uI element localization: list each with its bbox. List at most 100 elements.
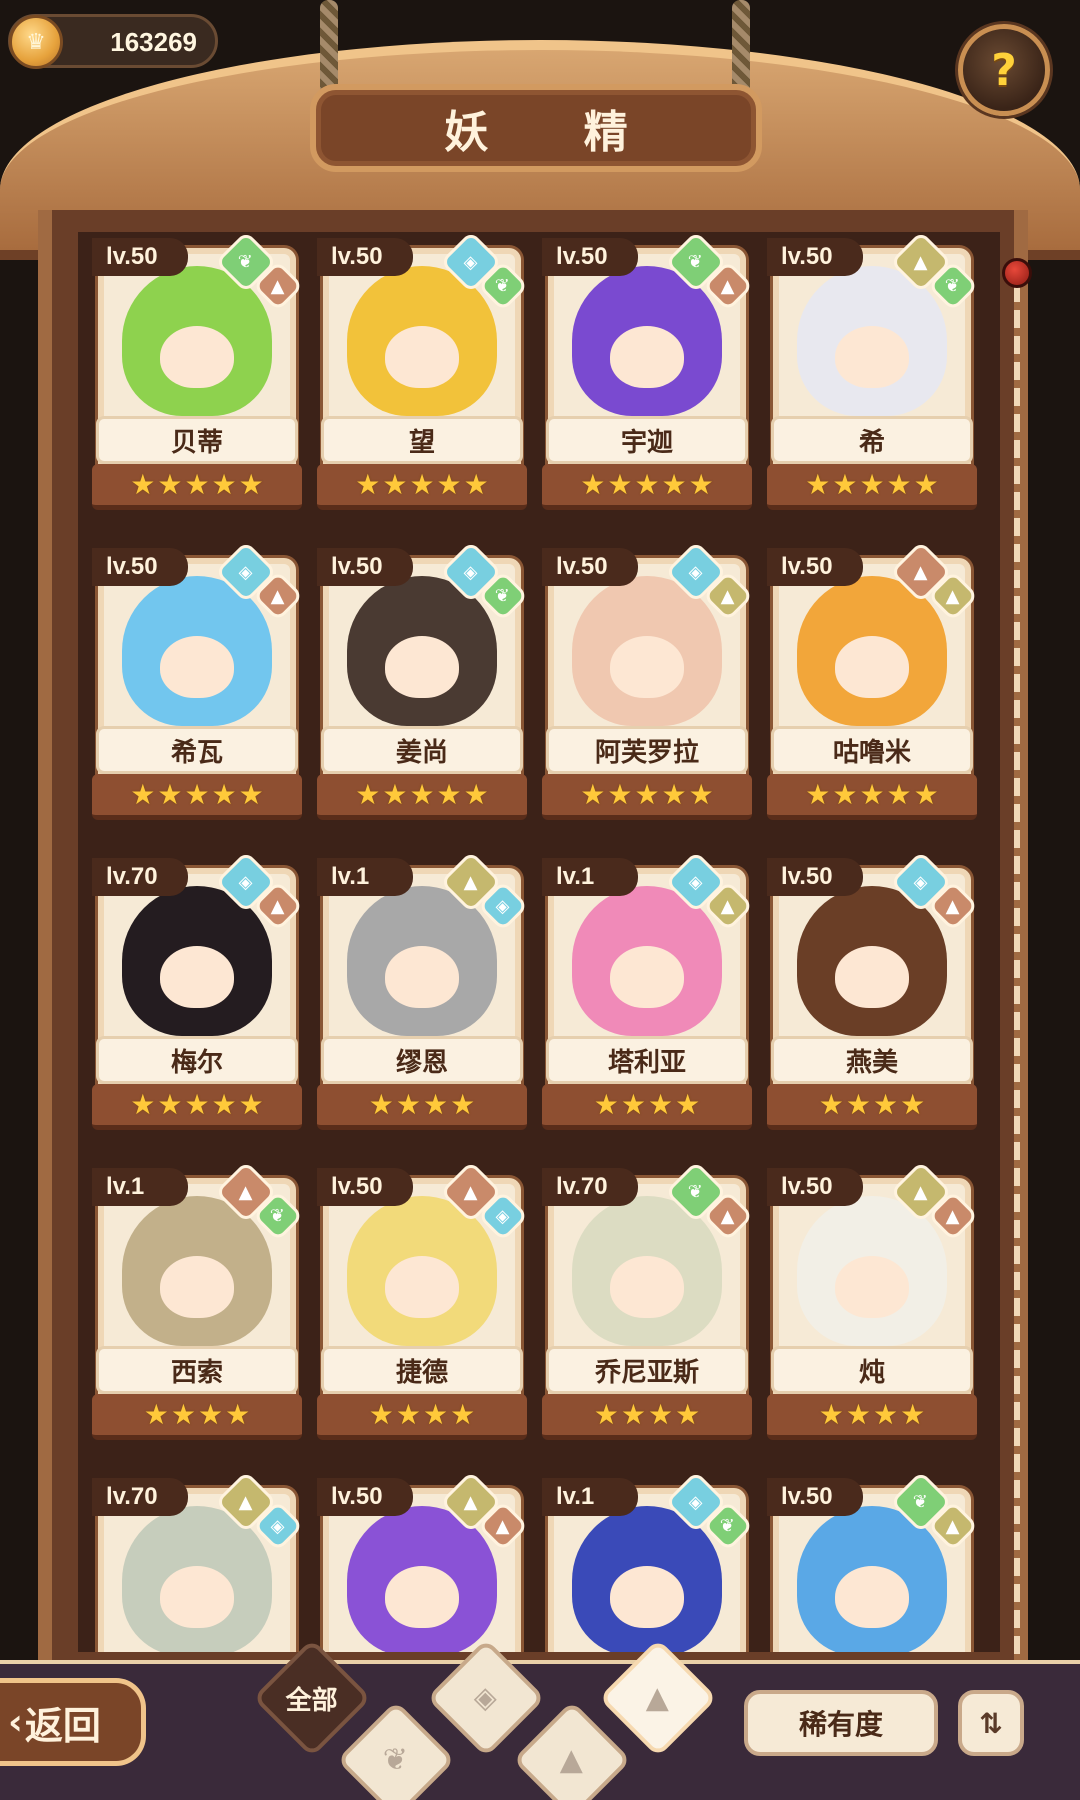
page-title: 妖 精	[444, 107, 668, 158]
star-icon: ★	[620, 1397, 646, 1431]
fairy-card[interactable]: lv.50 ▲ ▲	[317, 1470, 529, 1652]
scrollbar-knob[interactable]	[1002, 258, 1032, 288]
fairy-name: 姜尚	[321, 726, 523, 774]
star-icon: ★	[688, 467, 714, 501]
fairy-card[interactable]: lv.50 ◈ ▲ 希瓦 ★ ★ ★ ★ ★	[92, 540, 304, 820]
currency-amount: 163269	[110, 27, 197, 57]
sort-label: 稀有度	[798, 1708, 883, 1741]
fairy-card[interactable]: lv.50 ◈ ▲ 燕美 ★ ★ ★ ★	[767, 850, 979, 1130]
star-icon: ★	[157, 1087, 183, 1121]
fairy-card[interactable]: lv.50 ▲ ▲ 炖 ★ ★ ★ ★	[767, 1160, 979, 1440]
fairy-name: 望	[321, 416, 523, 464]
star-icon: ★	[593, 1087, 619, 1121]
star-icon: ★	[593, 1397, 619, 1431]
fairy-level: lv.50	[542, 548, 638, 586]
fairy-card[interactable]: lv.50 ❦ ▲	[767, 1470, 979, 1652]
star-icon: ★	[900, 1397, 926, 1431]
fairy-card[interactable]: lv.1 ◈ ❦	[542, 1470, 754, 1652]
fairy-card[interactable]: lv.70 ❦ ▲ 乔尼亚斯 ★ ★ ★ ★	[542, 1160, 754, 1440]
star-icon: ★	[395, 1397, 421, 1431]
star-rating: ★ ★ ★ ★	[317, 1084, 527, 1130]
star-icon: ★	[238, 1087, 264, 1121]
fairy-level: lv.50	[767, 238, 863, 276]
star-icon: ★	[355, 777, 381, 811]
star-icon: ★	[130, 1087, 156, 1121]
star-icon: ★	[409, 777, 435, 811]
scrollbar-track[interactable]	[1014, 258, 1020, 1658]
star-icon: ★	[688, 777, 714, 811]
star-icon: ★	[648, 1397, 674, 1431]
star-icon: ★	[648, 1087, 674, 1121]
star-icon: ★	[580, 777, 606, 811]
star-icon: ★	[859, 777, 885, 811]
star-icon: ★	[607, 777, 633, 811]
star-rating: ★ ★ ★ ★ ★	[92, 464, 302, 510]
fairy-name: 炖	[771, 1346, 973, 1394]
fairy-card[interactable]: lv.50 ▲ ❦ 希 ★ ★ ★ ★ ★	[767, 232, 979, 510]
star-rating: ★ ★ ★ ★	[92, 1394, 302, 1440]
star-icon: ★	[873, 1087, 899, 1121]
star-rating: ★ ★ ★ ★ ★	[92, 1084, 302, 1130]
star-icon: ★	[832, 467, 858, 501]
sort-rarity-button[interactable]: 稀有度	[744, 1690, 938, 1756]
back-label: 返回	[24, 1703, 101, 1748]
fairy-name: 燕美	[771, 1036, 973, 1084]
fairy-card[interactable]: lv.50 ◈ ▲ 阿芙罗拉 ★ ★ ★ ★ ★	[542, 540, 754, 820]
fairy-card[interactable]: lv.50 ▲ ▲ 咕噜米 ★ ★ ★ ★ ★	[767, 540, 979, 820]
star-rating: ★ ★ ★ ★ ★	[92, 774, 302, 820]
star-icon: ★	[818, 1087, 844, 1121]
star-icon: ★	[675, 1397, 701, 1431]
star-icon: ★	[900, 1087, 926, 1121]
star-icon: ★	[423, 1087, 449, 1121]
fairy-card[interactable]: lv.1 ◈ ▲ 塔利亚 ★ ★ ★ ★	[542, 850, 754, 1130]
star-icon: ★	[873, 1397, 899, 1431]
water-drop-icon: ◈	[474, 1680, 498, 1716]
fairy-card[interactable]: lv.50 ◈ ❦ 姜尚 ★ ★ ★ ★ ★	[317, 540, 529, 820]
fairy-card[interactable]: lv.50 ▲ ◈ 捷德 ★ ★ ★ ★	[317, 1160, 529, 1440]
fairy-card[interactable]: lv.1 ▲ ❦ 西索 ★ ★ ★ ★	[92, 1160, 304, 1440]
fairy-card[interactable]: lv.1 ▲ ◈ 缪恩 ★ ★ ★ ★	[317, 850, 529, 1130]
fairy-name: 宇迦	[546, 416, 748, 464]
star-icon: ★	[463, 777, 489, 811]
star-icon: ★	[211, 467, 237, 501]
star-rating: ★ ★ ★ ★ ★	[317, 774, 527, 820]
volcano-icon: ▲	[646, 1680, 670, 1716]
fairy-level: lv.50	[92, 548, 188, 586]
star-icon: ★	[184, 467, 210, 501]
star-icon: ★	[580, 467, 606, 501]
star-icon: ★	[886, 467, 912, 501]
mountain-icon: ▲	[560, 1742, 584, 1778]
star-rating: ★ ★ ★ ★ ★	[767, 464, 977, 510]
star-icon: ★	[607, 467, 633, 501]
help-button[interactable]: ?	[958, 24, 1050, 116]
star-icon: ★	[805, 467, 831, 501]
fairy-name: 希	[771, 416, 973, 464]
back-button[interactable]: ‹ 返回	[0, 1678, 146, 1766]
fairy-level: lv.1	[317, 858, 413, 896]
star-icon: ★	[620, 1087, 646, 1121]
star-icon: ★	[170, 1397, 196, 1431]
fairy-card[interactable]: lv.70 ◈ ▲ 梅尔 ★ ★ ★ ★ ★	[92, 850, 304, 1130]
star-icon: ★	[211, 1087, 237, 1121]
star-icon: ★	[463, 467, 489, 501]
star-rating: ★ ★ ★ ★	[542, 1394, 752, 1440]
filter-all-label: 全部	[285, 1685, 339, 1716]
fairy-level: lv.70	[542, 1168, 638, 1206]
star-rating: ★ ★ ★ ★ ★	[542, 464, 752, 510]
fairy-card[interactable]: lv.50 ❦ ▲ 贝蒂 ★ ★ ★ ★ ★	[92, 232, 304, 510]
star-icon: ★	[184, 1087, 210, 1121]
star-icon: ★	[436, 777, 462, 811]
sort-order-button[interactable]: ⇅	[958, 1690, 1024, 1756]
fairy-card[interactable]: lv.70 ▲ ◈	[92, 1470, 304, 1652]
fairy-level: lv.70	[92, 1478, 188, 1516]
star-icon: ★	[805, 777, 831, 811]
star-icon: ★	[198, 1397, 224, 1431]
leaf-icon: ❦	[383, 1742, 409, 1778]
fairy-list[interactable]: lv.50 ❦ ▲ 贝蒂 ★ ★ ★ ★ ★ lv.50 ◈ ❦ 望 ★ ★ ★ ★ ★ lv.50 ❦ ▲ 宇迦 ★ ★ ★ ★…	[78, 232, 1000, 1652]
star-icon: ★	[886, 777, 912, 811]
fairy-card[interactable]: lv.50 ◈ ❦ 望 ★ ★ ★ ★ ★	[317, 232, 529, 510]
star-icon: ★	[238, 777, 264, 811]
star-icon: ★	[157, 777, 183, 811]
fairy-card[interactable]: lv.50 ❦ ▲ 宇迦 ★ ★ ★ ★ ★	[542, 232, 754, 510]
fairy-level: lv.70	[92, 858, 188, 896]
